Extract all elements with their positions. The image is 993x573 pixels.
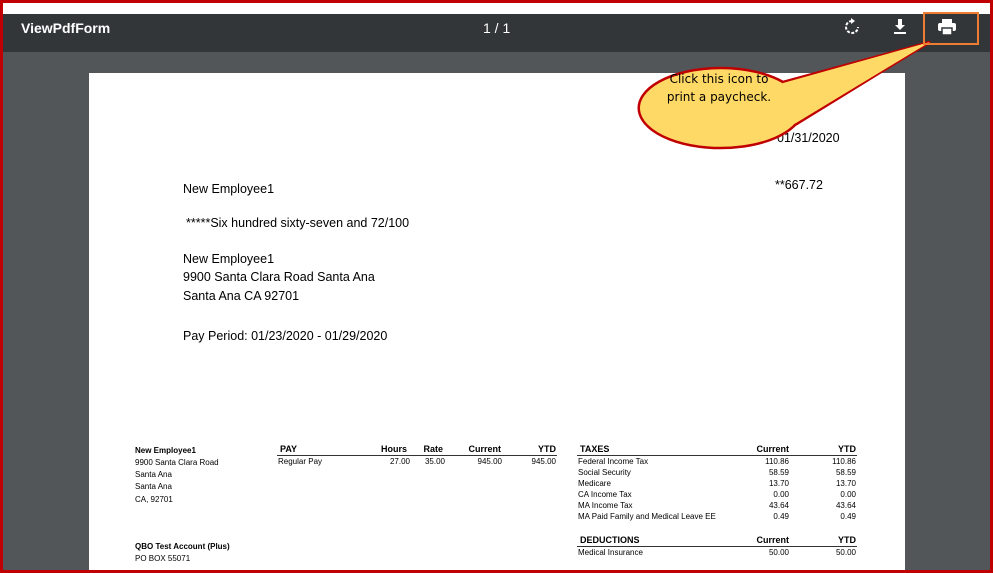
print-icon-highlight (923, 12, 979, 45)
callout-bubble (637, 40, 931, 150)
callout-text: Click this icon to print a paycheck. (666, 72, 772, 104)
